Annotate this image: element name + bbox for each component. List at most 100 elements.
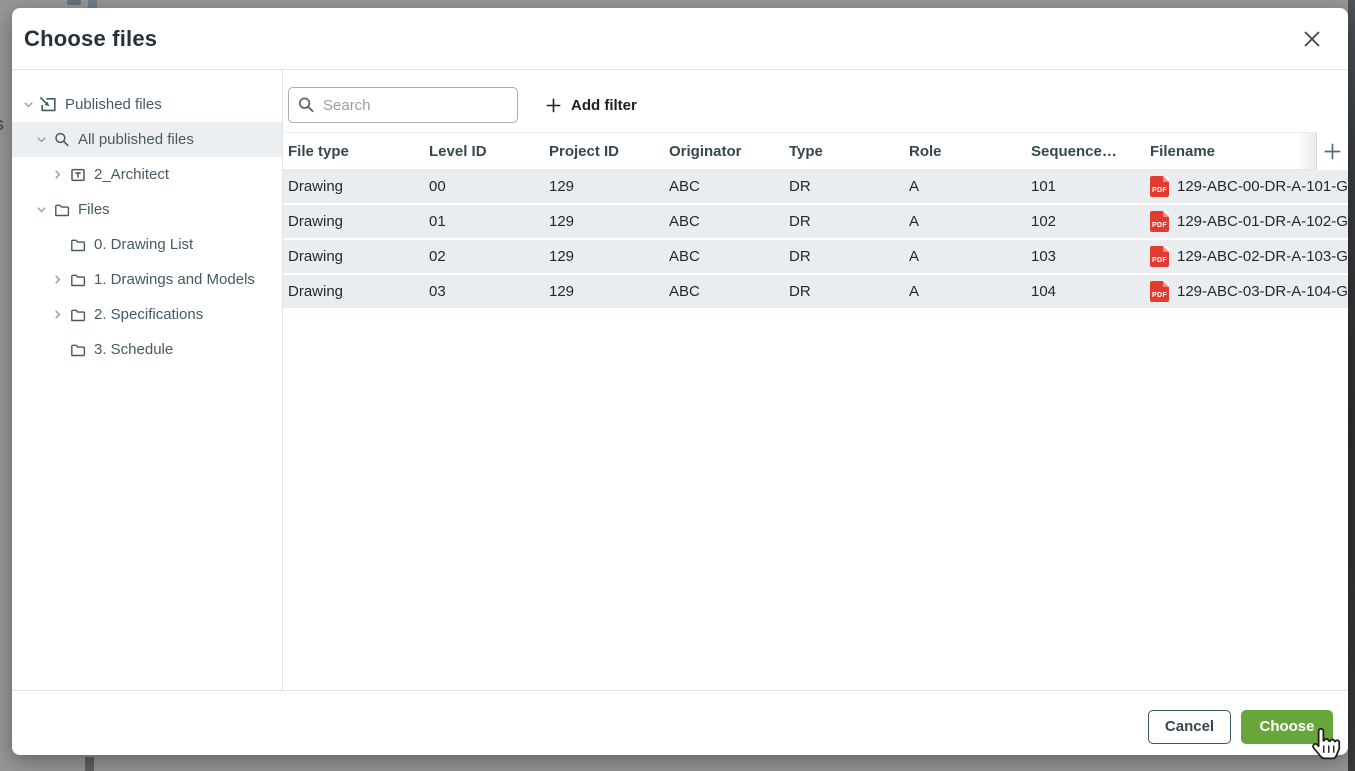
folder-icon — [68, 271, 87, 289]
cell-role: A — [909, 213, 1031, 230]
cell-level-id: 03 — [429, 283, 549, 300]
column-scroll-shadow — [1297, 132, 1317, 170]
choose-button[interactable]: Choose — [1241, 710, 1333, 744]
close-icon — [1303, 30, 1321, 48]
table-row[interactable]: Drawing 03 129 ABC DR A 104 PDF 129-ABC-… — [283, 275, 1348, 308]
cell-filename: PDF 129-ABC-00-DR-A-101-GA — [1150, 176, 1348, 197]
chevron-right-icon[interactable] — [49, 166, 66, 184]
close-button[interactable] — [1298, 25, 1326, 53]
cell-type: DR — [789, 248, 909, 265]
add-filter-button[interactable]: Add filter — [545, 87, 637, 123]
cell-sequence: 103 — [1031, 248, 1150, 265]
pdf-file-icon: PDF — [1150, 281, 1169, 302]
cell-filename: PDF 129-ABC-02-DR-A-103-GA — [1150, 246, 1348, 267]
column-header-file-type[interactable]: File type — [288, 143, 429, 160]
cell-file-type: Drawing — [288, 283, 429, 300]
cell-sequence: 102 — [1031, 213, 1150, 230]
backdrop-fragment — [67, 0, 81, 5]
cell-file-type: Drawing — [288, 248, 429, 265]
cell-type: DR — [789, 178, 909, 195]
cell-project-id: 129 — [549, 283, 669, 300]
dialog-body: Published files All published files 2_ — [12, 70, 1348, 690]
pdf-file-icon: PDF — [1150, 176, 1169, 197]
cell-originator: ABC — [669, 213, 789, 230]
cell-file-type: Drawing — [288, 213, 429, 230]
pdf-file-icon: PDF — [1150, 246, 1169, 267]
filtered-folder-icon — [68, 166, 87, 184]
cell-project-id: 129 — [549, 178, 669, 195]
cell-project-id: 129 — [549, 248, 669, 265]
folder-icon — [68, 341, 87, 359]
filename-text: 129-ABC-00-DR-A-101-GA — [1177, 178, 1348, 195]
tree-item-published-files[interactable]: Published files — [12, 87, 282, 122]
column-header-sequence[interactable]: Sequence… — [1031, 143, 1150, 160]
cell-level-id: 02 — [429, 248, 549, 265]
cell-originator: ABC — [669, 178, 789, 195]
chevron-right-icon[interactable] — [49, 306, 66, 324]
tree-item-2-specifications[interactable]: 2. Specifications — [12, 297, 282, 332]
chevron-down-icon[interactable] — [33, 131, 50, 149]
filename-text: 129-ABC-01-DR-A-102-GA — [1177, 213, 1348, 230]
dialog-header: Choose files — [12, 8, 1348, 70]
backdrop-fragment — [88, 0, 97, 8]
column-header-originator[interactable]: Originator — [669, 143, 789, 160]
table-header: File type Level ID Project ID Originator… — [283, 132, 1348, 170]
file-list-toolbar: Add filter — [283, 70, 1348, 132]
folder-icon — [52, 201, 71, 219]
cell-level-id: 00 — [429, 178, 549, 195]
column-header-project-id[interactable]: Project ID — [549, 143, 669, 160]
table-row[interactable]: Drawing 01 129 ABC DR A 102 PDF 129-ABC-… — [283, 205, 1348, 238]
plus-icon — [1323, 142, 1342, 161]
tree-item-label: Files — [78, 201, 110, 218]
cell-filename: PDF 129-ABC-01-DR-A-102-GA — [1150, 211, 1348, 232]
filename-text: 129-ABC-02-DR-A-103-GA — [1177, 248, 1348, 265]
tree-item-0-drawing-list[interactable]: 0. Drawing List — [12, 227, 282, 262]
cell-role: A — [909, 283, 1031, 300]
tree-item-label: All published files — [78, 131, 194, 148]
tree-item-files[interactable]: Files — [12, 192, 282, 227]
cell-sequence: 104 — [1031, 283, 1150, 300]
tree-item-1-drawings-and-models[interactable]: 1. Drawings and Models — [12, 262, 282, 297]
cell-sequence: 101 — [1031, 178, 1150, 195]
pdf-file-icon: PDF — [1150, 211, 1169, 232]
choose-files-dialog: Choose files Published files — [12, 8, 1348, 755]
search-icon — [297, 96, 315, 114]
tree-item-label: 2_Architect — [94, 166, 169, 183]
column-header-role[interactable]: Role — [909, 143, 1031, 160]
cell-filename: PDF 129-ABC-03-DR-A-104-GA — [1150, 281, 1348, 302]
tree-item-all-published-files[interactable]: All published files — [12, 122, 282, 157]
tree-item-label: 1. Drawings and Models — [94, 271, 255, 288]
backdrop-letter-fragment: S — [0, 117, 6, 134]
cell-project-id: 129 — [549, 213, 669, 230]
search-input[interactable] — [323, 97, 509, 114]
cell-file-type: Drawing — [288, 178, 429, 195]
folder-icon — [68, 236, 87, 254]
column-header-type[interactable]: Type — [789, 143, 909, 160]
backdrop-fragment — [85, 757, 94, 771]
table-row[interactable]: Drawing 00 129 ABC DR A 101 PDF 129-ABC-… — [283, 170, 1348, 203]
chevron-right-icon[interactable] — [49, 271, 66, 289]
table-body: Drawing 00 129 ABC DR A 101 PDF 129-ABC-… — [283, 170, 1348, 690]
cancel-button[interactable]: Cancel — [1148, 710, 1231, 744]
chevron-down-icon[interactable] — [20, 96, 37, 114]
cell-type: DR — [789, 213, 909, 230]
search-box — [288, 87, 518, 123]
tree-item-2-architect[interactable]: 2_Architect — [12, 157, 282, 192]
tree-item-label: 0. Drawing List — [94, 236, 193, 253]
dialog-title: Choose files — [24, 26, 157, 52]
add-filter-label: Add filter — [571, 97, 637, 114]
file-list-panel: Add filter File type Level ID Project ID… — [283, 70, 1348, 690]
tree-item-label: 2. Specifications — [94, 306, 203, 323]
tree-item-3-schedule[interactable]: 3. Schedule — [12, 332, 282, 367]
chevron-down-icon[interactable] — [33, 201, 50, 219]
add-column-button[interactable] — [1317, 132, 1348, 170]
dialog-footer: Cancel Choose — [12, 690, 1348, 755]
folder-tree: Published files All published files 2_ — [12, 70, 283, 690]
cell-role: A — [909, 248, 1031, 265]
column-header-level-id[interactable]: Level ID — [429, 143, 549, 160]
backdrop-right-strip — [1348, 0, 1355, 771]
table-row[interactable]: Drawing 02 129 ABC DR A 103 PDF 129-ABC-… — [283, 240, 1348, 273]
chevron-placeholder — [49, 236, 66, 254]
chevron-placeholder — [49, 341, 66, 359]
column-header-filename[interactable]: Filename — [1150, 143, 1297, 160]
